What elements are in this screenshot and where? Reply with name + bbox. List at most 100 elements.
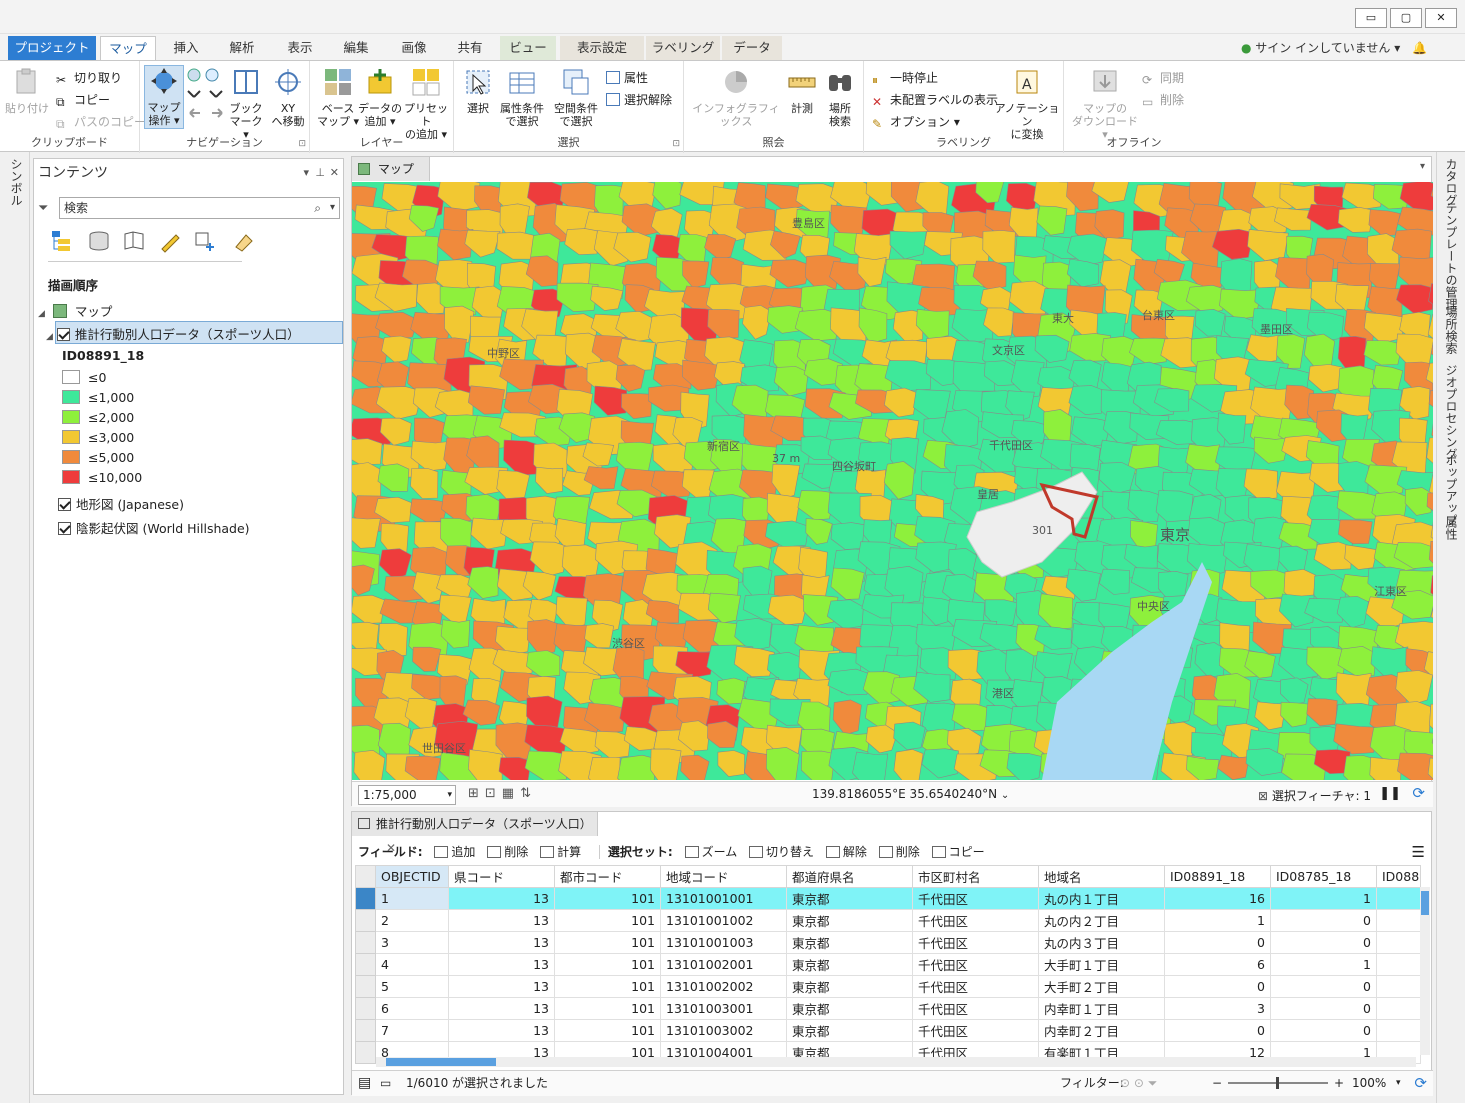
column-header[interactable]: 地域名 [1038, 865, 1165, 888]
table-cell[interactable]: 1 [1164, 909, 1271, 932]
table-row[interactable]: 1 13 101 13101001001 東京都 千代田区 丸の内１丁目 16 1 [355, 887, 1421, 910]
row-header[interactable] [355, 909, 376, 932]
maximize-button[interactable]: ▢ [1390, 8, 1422, 28]
chevron-down-icon[interactable]: ▾ [1396, 1071, 1401, 1095]
table-menu-icon[interactable]: ☰ [1412, 840, 1425, 864]
table-cell[interactable]: 1 [1270, 953, 1377, 976]
table-cell[interactable]: 13 [448, 1019, 555, 1042]
row-header[interactable] [355, 997, 376, 1020]
table-cell[interactable]: 13101003001 [660, 997, 787, 1020]
dialog-launcher-icon[interactable]: ⊡ [298, 139, 306, 149]
row-header[interactable] [355, 1019, 376, 1042]
show-all-records-icon[interactable]: ▤ [358, 1071, 371, 1095]
geoprocessing-tab[interactable]: ジオプロセシング [1443, 364, 1460, 460]
search-dropdown-icon[interactable]: ▾ [330, 198, 335, 218]
tab-analysis[interactable]: 解析 [216, 36, 268, 60]
copy-path-button[interactable]: ⧉ パスのコピー [56, 113, 146, 131]
table-cell[interactable]: 101 [554, 997, 661, 1020]
row-header[interactable] [355, 931, 376, 954]
table-cell[interactable]: 13101003002 [660, 1019, 787, 1042]
paste-button[interactable]: 貼り付け [4, 67, 50, 115]
column-header[interactable]: 市区町村名 [912, 865, 1039, 888]
table-cell[interactable]: 大手町２丁目 [1038, 975, 1165, 998]
table-cell[interactable]: 千代田区 [912, 931, 1039, 954]
scroll-thumb[interactable] [1421, 891, 1429, 915]
layer-visibility-checkbox[interactable] [56, 328, 70, 341]
table-cell[interactable]: 丸の内２丁目 [1038, 909, 1165, 932]
tab-data[interactable]: データ [722, 36, 782, 60]
go-to-xy-button[interactable]: XY へ移動 [268, 67, 308, 128]
choropleth-map[interactable]: 豊島区中野区 文京区 台東区墨田区新宿区 千代田区四谷坂町東京江東区渋谷区 中央区港区世… [352, 182, 1433, 780]
collapse-icon[interactable]: ◢ [38, 309, 45, 319]
table-cell[interactable]: 7 [375, 1019, 449, 1042]
table-cell[interactable]: 千代田区 [912, 1019, 1039, 1042]
table-cell[interactable]: 千代田区 [912, 975, 1039, 998]
measure-button[interactable]: 計測 [784, 67, 820, 115]
table-cell[interactable]: 0 [1164, 931, 1271, 954]
chevron-down-icon[interactable]: ⌄ [1001, 790, 1009, 801]
sync-button[interactable]: ⟳ 同期 [1142, 69, 1184, 87]
table-cell[interactable] [1376, 975, 1421, 998]
table-cell[interactable]: 0 [1270, 997, 1377, 1020]
table-cell[interactable]: 1 [1270, 887, 1377, 910]
legend-swatch[interactable] [62, 450, 80, 464]
row-header[interactable] [355, 1041, 376, 1064]
basemap-button[interactable]: ベース マップ ▾ [316, 67, 360, 128]
table-cell[interactable]: 101 [554, 931, 661, 954]
convert-annotation-button[interactable]: A アノテーション に変換 [994, 67, 1060, 141]
row-header[interactable] [355, 953, 376, 976]
table-cell[interactable]: 3 [1164, 997, 1271, 1020]
column-header[interactable]: 県コード [448, 865, 555, 888]
explore-button[interactable]: マップ 操作 ▾ [144, 65, 184, 129]
snapping-icon[interactable] [194, 229, 220, 253]
switch-selection-button[interactable]: 切り替え [741, 845, 814, 859]
unplaced-labels-button[interactable]: ✕ 未配置ラベルの表示 [872, 91, 998, 109]
attribute-grid[interactable]: OBJECTID 県コード 都市コード 地域コード 都道府県名 市区町村名 地域名 ID088… [355, 865, 1421, 1064]
copy-button[interactable]: ⧉ コピー [56, 91, 110, 109]
close-pane-icon[interactable]: ✕ [330, 159, 339, 187]
table-cell[interactable]: 101 [554, 975, 661, 998]
table-cell[interactable]: 大手町１丁目 [1038, 953, 1165, 976]
scale-selector[interactable]: 1:75,000 ▾ [358, 785, 456, 805]
table-cell[interactable]: 101 [554, 953, 661, 976]
table-cell[interactable]: 13 [448, 931, 555, 954]
map-tools-icons[interactable]: ⊞⊡▦⇅ [468, 786, 537, 801]
table-cell[interactable] [1376, 887, 1421, 910]
table-cell[interactable]: 千代田区 [912, 997, 1039, 1020]
table-cell[interactable]: 6 [375, 997, 449, 1020]
table-cell[interactable]: 13 [448, 909, 555, 932]
table-cell[interactable]: 東京都 [786, 953, 913, 976]
attributes-button[interactable]: 属性 [606, 69, 648, 86]
column-header[interactable]: 地域コード [660, 865, 787, 888]
table-row[interactable]: 2 13 101 13101001002 東京都 千代田区 丸の内２丁目 1 0 [355, 909, 1421, 932]
vertical-scrollbar[interactable] [1420, 887, 1430, 1055]
table-cell[interactable]: 東京都 [786, 887, 913, 910]
table-cell[interactable]: 16 [1164, 887, 1271, 910]
calculate-field-button[interactable]: 計算 [532, 845, 581, 859]
table-cell[interactable] [1376, 931, 1421, 954]
slider-thumb[interactable] [1276, 1077, 1279, 1089]
tab-insert[interactable]: 挿入 [160, 36, 212, 60]
download-map-button[interactable]: マップの ダウンロード ▾ [1068, 67, 1142, 141]
table-cell[interactable]: 千代田区 [912, 887, 1039, 910]
pause-labels-button[interactable]: ⏸ 一時停止 [872, 69, 938, 87]
table-cell[interactable] [1376, 1019, 1421, 1042]
clear-selection-button[interactable]: 解除 [818, 845, 867, 859]
table-row[interactable]: 7 13 101 13101003002 東京都 千代田区 内幸町２丁目 0 0 [355, 1019, 1421, 1042]
pause-drawing-icon[interactable]: ❚❚ [1379, 786, 1401, 801]
legend-swatch[interactable] [62, 430, 80, 444]
table-cell[interactable]: 0 [1270, 1019, 1377, 1042]
horizontal-scrollbar[interactable] [376, 1057, 1416, 1067]
minimize-button[interactable]: ▭ [1355, 8, 1387, 28]
table-cell[interactable]: 13101001002 [660, 909, 787, 932]
zoom-slider[interactable] [1228, 1077, 1328, 1089]
column-header[interactable]: ID08891_18 [1164, 865, 1271, 888]
tab-imagery[interactable]: 画像 [388, 36, 440, 60]
table-cell[interactable]: 0 [1270, 909, 1377, 932]
contents-search-input[interactable]: 検索 ⌕ ▾ [59, 197, 340, 219]
table-cell[interactable] [1376, 909, 1421, 932]
add-data-button[interactable]: データの 追加 ▾ [358, 67, 402, 128]
column-header[interactable]: OBJECTID [375, 865, 449, 888]
legend-swatch[interactable] [62, 390, 80, 404]
table-cell[interactable]: 3 [375, 931, 449, 954]
